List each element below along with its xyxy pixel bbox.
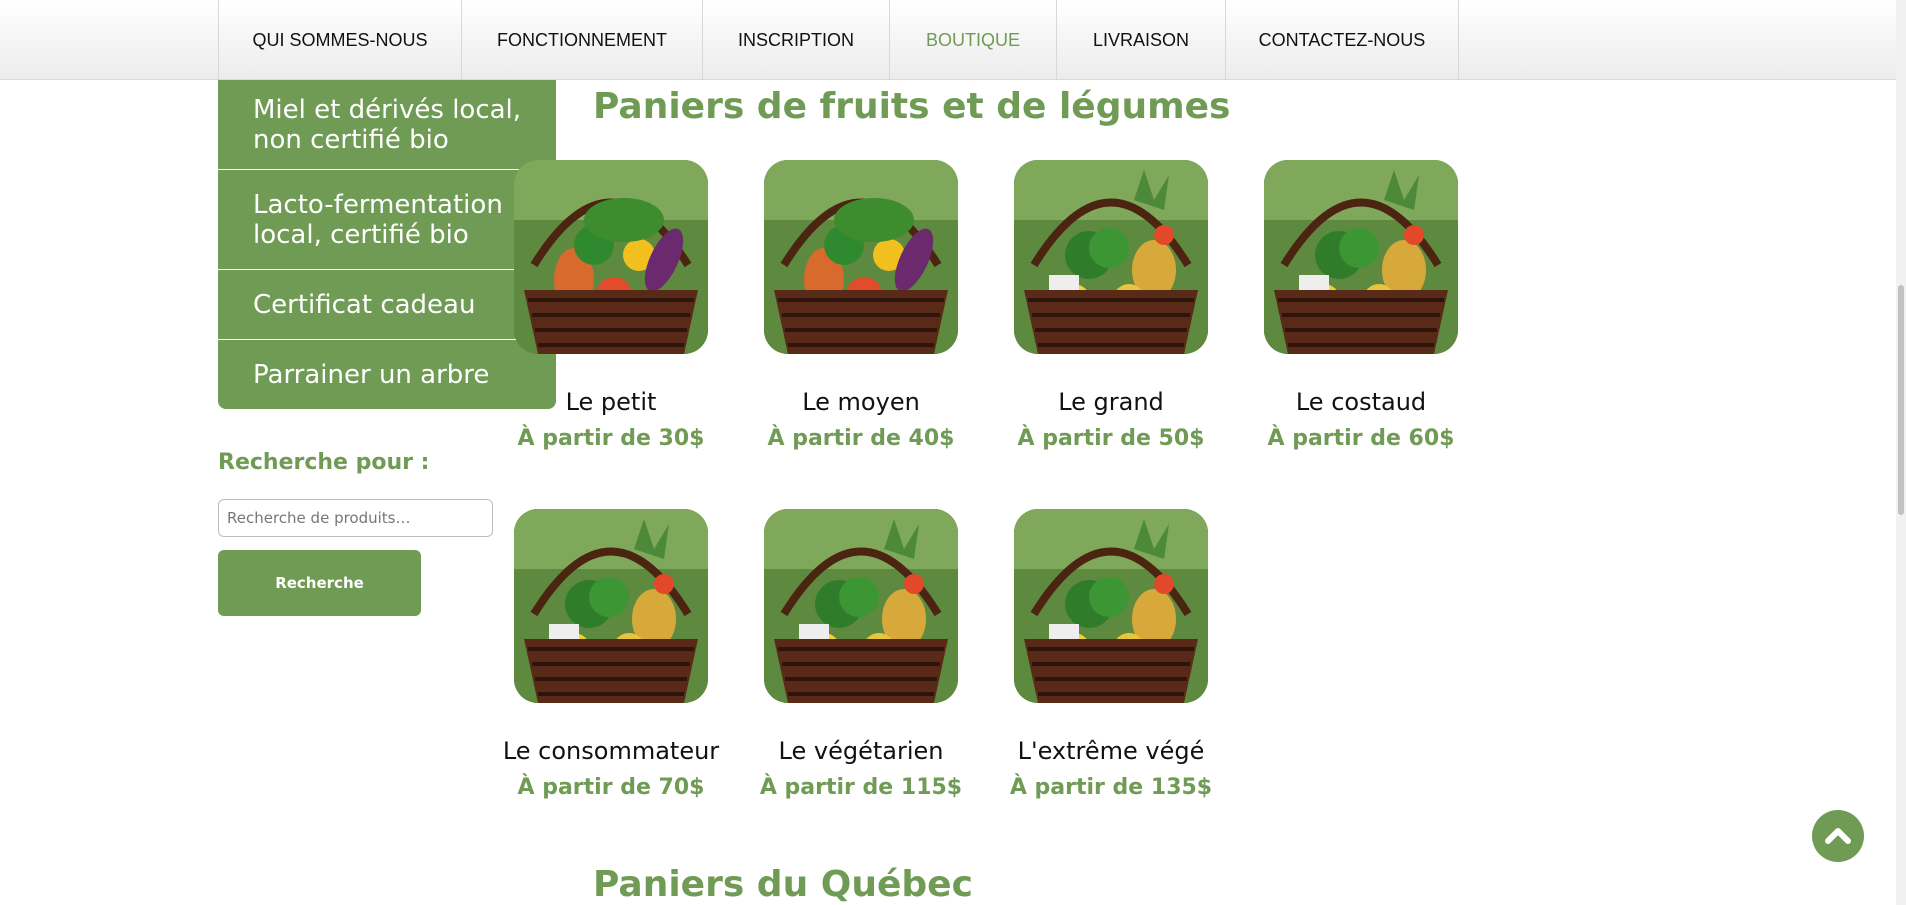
scrollbar[interactable] <box>1896 0 1906 905</box>
product-name[interactable]: Le grand <box>986 388 1236 416</box>
section-title: Paniers de fruits et de légumes <box>593 86 1231 127</box>
product-price: À partir de 30$ <box>517 426 705 451</box>
product-card[interactable]: Le végétarien À partir de 115$ <box>736 509 986 800</box>
search-input[interactable] <box>218 499 493 537</box>
product-card[interactable]: Le costaud À partir de 60$ <box>1236 160 1486 451</box>
product-card[interactable]: Le moyen À partir de 40$ <box>736 160 986 451</box>
product-price: À partir de 50$ <box>1017 426 1205 451</box>
search-button[interactable]: Recherche <box>218 550 421 616</box>
nav-livraison[interactable]: LIVRAISON <box>1057 0 1226 80</box>
product-card[interactable]: L'extrême végé À partir de 135$ <box>986 509 1236 800</box>
product-image[interactable] <box>514 160 708 354</box>
nav-fonctionnement[interactable]: FONCTIONNEMENT <box>462 0 703 80</box>
product-price: À partir de 60$ <box>1267 426 1455 451</box>
product-price: À partir de 40$ <box>767 426 955 451</box>
product-card[interactable]: Le grand À partir de 50$ <box>986 160 1236 451</box>
product-price: À partir de 115$ <box>759 775 963 800</box>
product-name[interactable]: Le costaud <box>1236 388 1486 416</box>
product-price: À partir de 135$ <box>1009 775 1213 800</box>
chevron-up-icon <box>1825 828 1851 844</box>
product-image[interactable] <box>764 160 958 354</box>
product-name[interactable]: Le consommateur <box>486 737 736 765</box>
nav-contactez-nous[interactable]: CONTACTEZ-NOUS <box>1226 0 1459 80</box>
nav-inscription[interactable]: INSCRIPTION <box>703 0 890 80</box>
product-card[interactable]: Le consommateur À partir de 70$ <box>486 509 736 800</box>
nav-qui-sommes-nous[interactable]: QUI SOMMES-NOUS <box>219 0 462 80</box>
product-image[interactable] <box>1014 509 1208 703</box>
back-to-top-button[interactable] <box>1812 810 1864 862</box>
search-heading: Recherche pour : <box>218 450 430 475</box>
main-menu: QUI SOMMES-NOUS FONCTIONNEMENT INSCRIPTI… <box>218 0 1459 80</box>
product-image[interactable] <box>764 509 958 703</box>
nav-boutique[interactable]: BOUTIQUE <box>890 0 1057 80</box>
scrollbar-thumb[interactable] <box>1898 285 1904 515</box>
product-image[interactable] <box>514 509 708 703</box>
top-navigation: QUI SOMMES-NOUS FONCTIONNEMENT INSCRIPTI… <box>0 0 1906 80</box>
category-miel[interactable]: Miel et dérivés local, non certifié bio <box>218 80 556 170</box>
product-name[interactable]: Le végétarien <box>736 737 986 765</box>
product-name[interactable]: L'extrême végé <box>986 737 1236 765</box>
product-card[interactable]: Le petit À partir de 30$ <box>486 160 736 451</box>
product-name[interactable]: Le moyen <box>736 388 986 416</box>
product-name[interactable]: Le petit <box>486 388 736 416</box>
product-image[interactable] <box>1264 160 1458 354</box>
product-price: À partir de 70$ <box>517 775 705 800</box>
product-image[interactable] <box>1014 160 1208 354</box>
next-section-title: Paniers du Québec <box>593 864 973 905</box>
